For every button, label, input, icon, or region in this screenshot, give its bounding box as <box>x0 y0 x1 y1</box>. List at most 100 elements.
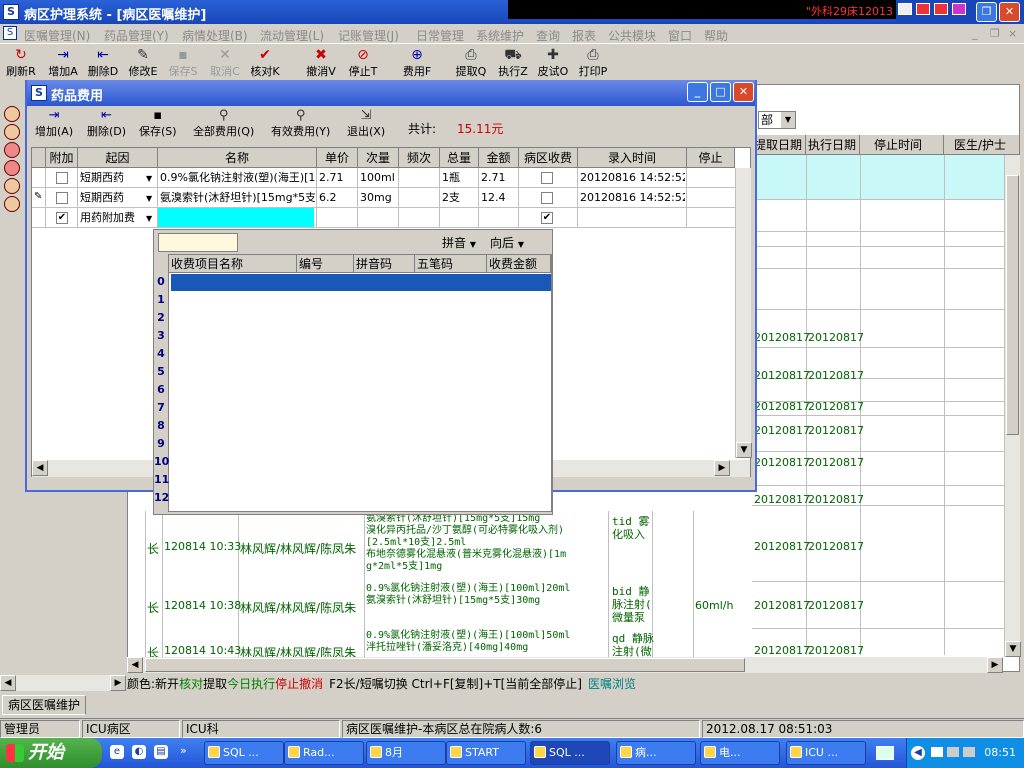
scroll-right-icon[interactable]: ▶ <box>714 460 730 476</box>
order-vertical-scrollbar[interactable]: ▼ <box>1004 155 1021 657</box>
dialog-maximize-button[interactable]: □ <box>710 82 731 102</box>
mdi-restore-icon[interactable]: ❐ <box>990 27 1000 40</box>
dialog-delete-button[interactable]: ⇤ 删除(D) <box>87 109 126 139</box>
col-10[interactable]: 停止 <box>687 148 735 168</box>
order-horizontal-scrollbar[interactable]: ◀ ▶ <box>127 657 1003 673</box>
name-cell[interactable]: 氨溴索针(沐舒坦针)[15mg*5支] <box>158 188 315 208</box>
lookup-col-2[interactable]: 拼音码 <box>354 255 415 273</box>
menu-query[interactable]: 查询 <box>536 27 560 44</box>
toolbar-delete-button[interactable]: ⇤ 删除D <box>84 47 122 81</box>
scroll-left-icon[interactable]: ◀ <box>127 657 143 673</box>
col-5[interactable]: 频次 <box>399 148 440 168</box>
dialog-close-button[interactable]: ✕ <box>733 82 754 102</box>
chevron-down-icon[interactable]: ▼ <box>146 194 152 203</box>
main-restore-button[interactable]: ❐ <box>976 2 997 22</box>
toolbar-edit-button[interactable]: ✎ 修改E <box>124 47 162 81</box>
lookup-col-0[interactable]: 收费项目名称 <box>169 255 297 273</box>
network-icon[interactable] <box>963 747 975 757</box>
dialog-search-button[interactable]: ⚲ 全部费用(Q) <box>193 109 254 139</box>
scroll-left-icon[interactable]: ◀ <box>0 675 16 691</box>
tray-expand-icon[interactable]: ◀ <box>911 746 925 760</box>
taskbar-window-button[interactable]: 8月 <box>366 741 446 765</box>
col-4[interactable]: 次量 <box>358 148 399 168</box>
scroll-thumb[interactable] <box>1006 175 1019 435</box>
ward-fee-checkbox[interactable] <box>541 192 553 204</box>
scroll-right-icon[interactable]: ▶ <box>110 675 126 691</box>
name-edit-cell[interactable] <box>158 208 314 227</box>
legend-browse-link[interactable]: 医嘱浏览 <box>588 677 636 691</box>
entry-cell[interactable]: 20120816 14:52:52 <box>578 168 685 188</box>
col-9[interactable]: 录入时间 <box>578 148 687 168</box>
lookup-col-1[interactable]: 编号 <box>297 255 354 273</box>
mdi-close-icon[interactable]: × <box>1008 27 1017 40</box>
menu-drugs[interactable]: 药品管理(Y) <box>104 27 169 44</box>
toolbar-stop-button[interactable]: ⊘ 停止T <box>344 47 382 81</box>
taskbar-window-button[interactable]: START <box>446 741 526 765</box>
dialog-title-bar[interactable]: S 药品费用 _ □ ✕ <box>27 80 755 106</box>
col-0[interactable]: 附加 <box>46 148 78 168</box>
toolbar-execute-button[interactable]: ⛟ 执行Z <box>494 47 532 81</box>
left-horizontal-scrollbar[interactable]: ◀ ▶ <box>0 675 126 691</box>
col-7[interactable]: 金额 <box>479 148 519 168</box>
mdi-minimize-icon[interactable]: _ <box>972 27 978 40</box>
scroll-left-icon[interactable]: ◀ <box>32 460 48 476</box>
toolbar-extract-button[interactable]: ⎙ 提取Q <box>452 47 490 81</box>
toolbar-skin-test-button[interactable]: ✚ 皮试O <box>534 47 572 81</box>
network-icon[interactable] <box>947 747 959 757</box>
dialog-search-button[interactable]: ⚲ 有效费用(Y) <box>271 109 330 139</box>
taskbar-window-button[interactable]: 病... <box>616 741 696 765</box>
toolbar-undo-button[interactable]: ✖ 撤消V <box>302 47 340 81</box>
lookup-search-input[interactable] <box>158 233 238 252</box>
dept-select[interactable]: 部 ▼ <box>758 111 796 129</box>
menu-help[interactable]: 帮助 <box>704 27 728 44</box>
cause-cell[interactable]: 短期西药 <box>78 188 156 208</box>
minimize-all-icon[interactable] <box>916 3 930 15</box>
col-6[interactable]: 总量 <box>440 148 479 168</box>
taskbar-window-button[interactable]: SQL ... <box>530 741 610 765</box>
scroll-thumb[interactable] <box>145 658 745 672</box>
col-8[interactable]: 病区收费 <box>519 148 578 168</box>
patient-icon[interactable] <box>4 196 20 212</box>
fee-vertical-scrollbar[interactable]: ▼ <box>735 168 752 458</box>
quicklaunch-icon[interactable]: ◐ <box>132 745 146 759</box>
chevron-down-icon[interactable]: ▼ <box>781 112 795 128</box>
scroll-down-icon[interactable]: ▼ <box>1005 641 1021 657</box>
patient-icon[interactable] <box>4 124 20 140</box>
toolbar-add-button[interactable]: ⇥ 增加A <box>44 47 82 81</box>
taskbar-window-button[interactable]: ICU ... <box>786 741 866 765</box>
taskbar-window-button[interactable]: SQL ... <box>204 741 284 765</box>
tab-order-maintenance[interactable]: 病区医嘱维护 <box>2 695 86 715</box>
dose-cell[interactable]: 100ml <box>358 168 397 188</box>
lookup-col-4[interactable]: 收费金额 <box>487 255 551 273</box>
clock[interactable]: 08:51 <box>984 746 1016 759</box>
selected-order-row[interactable] <box>752 155 1005 199</box>
keyboard-icon[interactable] <box>876 746 894 760</box>
quicklaunch-more-icon[interactable]: » <box>180 744 187 757</box>
patient-icon[interactable] <box>4 178 20 194</box>
close-all-icon[interactable] <box>952 3 966 15</box>
chevron-down-icon[interactable]: ▼ <box>146 214 152 223</box>
mail-icon[interactable] <box>931 747 943 757</box>
extra-checkbox[interactable] <box>56 172 68 184</box>
cause-cell[interactable]: 用药附加费 <box>78 208 156 228</box>
extra-checkbox[interactable] <box>56 192 68 204</box>
col-2[interactable]: 名称 <box>158 148 317 168</box>
total-cell[interactable]: 1瓶 <box>440 168 477 188</box>
chevron-down-icon[interactable]: ▼ <box>146 174 152 183</box>
col-doctor-nurse[interactable]: 医生/护士 <box>944 135 1020 155</box>
menu-orders[interactable]: 医嘱管理(N) <box>24 27 90 44</box>
toolbar-refresh-button[interactable]: ↻ 刷新R <box>2 47 40 81</box>
lookup-col-3[interactable]: 五笔码 <box>415 255 487 273</box>
menu-condition[interactable]: 病情处理(B) <box>182 27 248 44</box>
col-extract-date[interactable]: 提取日期 <box>752 135 806 155</box>
taskbar-window-button[interactable]: Rad... <box>284 741 364 765</box>
extra-checkbox[interactable]: ✔ <box>56 212 68 224</box>
ward-fee-checkbox[interactable]: ✔ <box>541 212 553 224</box>
menu-daily[interactable]: 日常管理 <box>416 27 464 44</box>
main-close-button[interactable]: ✕ <box>999 2 1020 22</box>
price-cell[interactable]: 2.71 <box>317 168 356 188</box>
quicklaunch-icon[interactable]: ▤ <box>154 745 168 759</box>
lookup-direction[interactable]: 向后 ▼ <box>490 234 524 251</box>
toolbar-print-button[interactable]: ⎙ 打印P <box>574 47 612 81</box>
price-cell[interactable]: 6.2 <box>317 188 356 208</box>
